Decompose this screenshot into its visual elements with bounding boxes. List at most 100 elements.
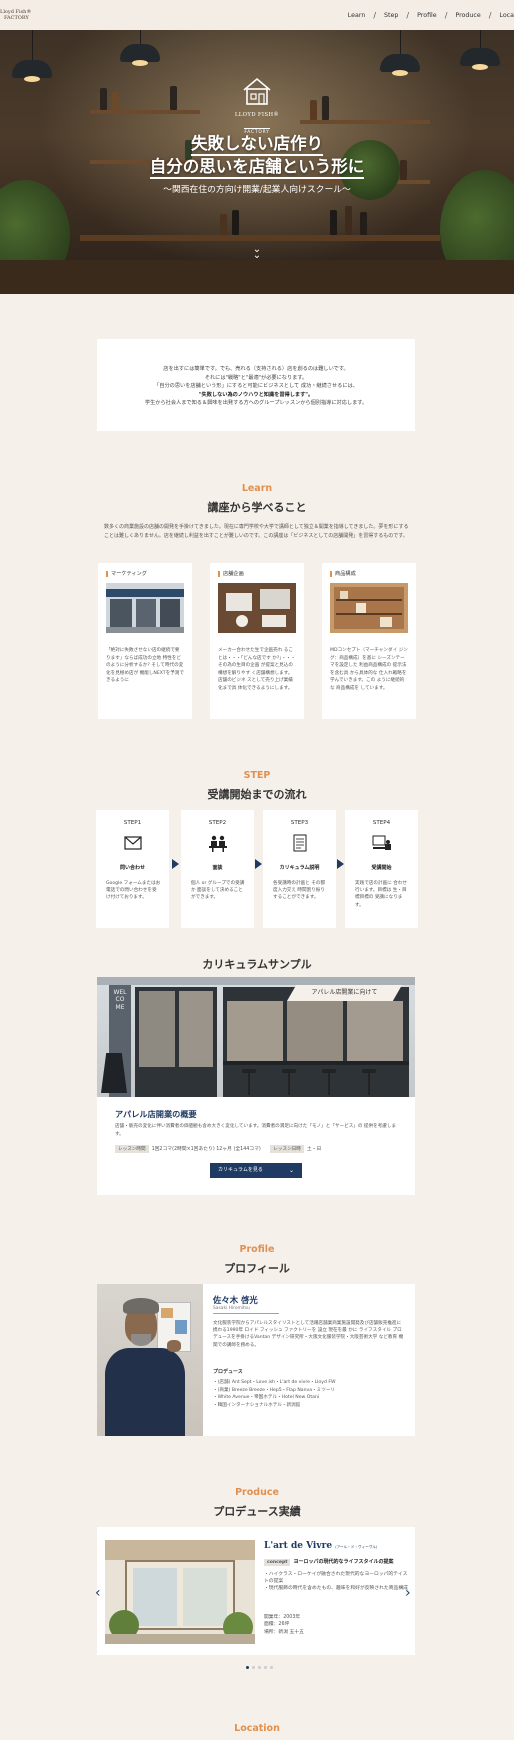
step-number: STEP1 bbox=[123, 820, 142, 826]
desk-photo bbox=[218, 583, 296, 633]
slider-next-icon[interactable]: › bbox=[405, 1585, 411, 1601]
produce-slider: L'art de Vivre (アール・ド・ヴィーヴル) concept ヨーロッ… bbox=[95, 1527, 415, 1655]
curriculum-heading: カリキュラムサンプル bbox=[202, 958, 312, 971]
produce-heading: プロデュース実績 bbox=[213, 1505, 301, 1518]
curriculum-title: アパレル店開業の概要 bbox=[115, 1109, 197, 1119]
nav-learn[interactable]: Learn bbox=[348, 12, 366, 19]
produce-meta: 開業年：2003年 面積：26坪 場所：新潟 五十五 bbox=[264, 1614, 304, 1636]
intro-line: 店を出すには簡単です。でも、売れる（支持される）店を創るのは難しいです。 bbox=[163, 366, 349, 372]
header-logo[interactable]: Lloyd Fish® FACTORY bbox=[0, 9, 31, 21]
learn-card-title: 商品構成 bbox=[330, 571, 408, 577]
lesson-day-tag: レッスン日時 bbox=[270, 1145, 304, 1153]
step-arrow-icon bbox=[172, 859, 179, 869]
step-card-3: STEP3 カリキュラム説明 各受講時の計画と その都度入力交え 時間割り振りす… bbox=[263, 810, 336, 928]
intro-line: それには"戦略"と"最適"が必要になります。 bbox=[204, 374, 308, 381]
profile-photo bbox=[97, 1284, 203, 1436]
step-title: 問い合わせ bbox=[119, 865, 145, 871]
slider-pagination bbox=[246, 1666, 273, 1669]
lesson-time-tag: レッスン時間 bbox=[115, 1145, 149, 1153]
step-heading: 受講開始までの流れ bbox=[207, 788, 307, 801]
hero-logo-name: LLOYD FISH® bbox=[234, 112, 280, 118]
profile-bio: 文化服装学院からアパレルスタイリストとして活躍店舗業商業施設開発及び店舗販売推進… bbox=[213, 1321, 404, 1348]
storefront-sign: WELCOME bbox=[113, 989, 127, 1011]
step-arrow-icon bbox=[337, 859, 344, 869]
step-title: 面談 bbox=[212, 865, 223, 871]
step-desc: 実践で店の計画に 合わせ 行います。目標は 生・目標目標の 受講になります。 bbox=[355, 881, 407, 908]
step-desc: 各受講時の計画と その都度入力交え 時間割り振りすることができます。 bbox=[273, 881, 325, 901]
pendant-lamp bbox=[120, 44, 160, 66]
produce-concept: concept ヨーロッパの現代的なライフスタイルの提案 bbox=[264, 1558, 394, 1566]
slider-dot[interactable] bbox=[258, 1666, 261, 1669]
nav-produce[interactable]: Produce bbox=[455, 12, 480, 19]
view-curriculum-label: カリキュラムを見る bbox=[218, 1167, 263, 1173]
learn-card-desc: メーカー合わせた生で企画売れ ることは・・・「どんな店です か?」・・・その為の… bbox=[218, 648, 296, 691]
scroll-down-icon[interactable]: ⌄ ⌄ bbox=[247, 245, 267, 261]
nav-separator: / bbox=[373, 11, 377, 20]
learn-card-planning: 店舗企画 メーカー合わせた生で企画売れ ることは・・・「どんな店です か?」・・… bbox=[210, 563, 304, 719]
profile-card: 佐々木 啓光 Sasaki Hiromitsu 文化服装学院からアパレルスタイリ… bbox=[97, 1284, 415, 1436]
shop-shelves-photo bbox=[330, 583, 408, 633]
main-nav: Learn / Step / Profile / Produce / Loca bbox=[348, 11, 514, 20]
step-card-2: STEP2 面談 個人 or グループでの受講か 面談をして決めることができます… bbox=[181, 810, 254, 928]
intro-line: 学生から社会人まで知る＆興味を出発する方へのグループレッスンから個別指導に対応し… bbox=[144, 400, 368, 407]
curriculum-badge: アパレル店開業に向けて bbox=[287, 985, 402, 1001]
intro-line: "失敗しない為のノウハウと知識を習得します"。 bbox=[198, 391, 314, 398]
presentation-icon bbox=[372, 835, 391, 850]
hero-title-line1: 失敗しない店作り bbox=[0, 132, 514, 156]
envelope-icon bbox=[123, 836, 142, 850]
step-card-1: STEP1 問い合わせ Google フォームまたはお電話での問い合わせを受け付… bbox=[96, 810, 169, 928]
chevron-down-icon: ⌄ bbox=[288, 1167, 294, 1174]
produce-year: 開業年：2003年 bbox=[264, 1615, 301, 1620]
nav-location[interactable]: Loca bbox=[499, 12, 514, 19]
produce-desc: ・ハイクラス・ローケイが融合された現代的なヨーロッパ的テイストの提案 ・現代服飾… bbox=[264, 1572, 408, 1592]
view-curriculum-button[interactable]: カリキュラムを見る ⌄ bbox=[210, 1163, 302, 1178]
document-icon bbox=[293, 834, 306, 852]
step-arrow-icon bbox=[255, 859, 262, 869]
step-number: STEP4 bbox=[372, 820, 391, 826]
learn-card-marketing: マーケティング 「絶対に失敗させない店の継続で要ります」ならば成功の立地 特性を… bbox=[98, 563, 192, 719]
step-desc: Google フォームまたはお電話での問い合わせを受け付けております。 bbox=[106, 881, 161, 901]
nav-profile[interactable]: Profile bbox=[417, 12, 437, 19]
step-number: STEP3 bbox=[290, 820, 309, 826]
slider-dot[interactable] bbox=[264, 1666, 267, 1669]
learn-description: 数多くの商業施設の店舗の開発を手掛けてきました。現在に専門学校や大学で講師として… bbox=[104, 524, 409, 539]
profile-produce-heading: プロデュース bbox=[213, 1369, 243, 1375]
nav-step[interactable]: Step bbox=[384, 12, 398, 19]
intro-line: 「自分の思いを店舗という形」にすると可能にビジネスとして 成功・継続させるには、 bbox=[154, 383, 358, 390]
profile-heading: プロフィール bbox=[224, 1262, 290, 1275]
learn-heading: 講座から学べること bbox=[207, 501, 307, 514]
slider-dot[interactable] bbox=[246, 1666, 249, 1669]
profile-heading-en: Profile bbox=[239, 1244, 275, 1255]
list-item: ・韓国インターナショナルホテル・新潟館 bbox=[213, 1402, 301, 1408]
pendant-lamp bbox=[460, 48, 500, 70]
slider-dot[interactable] bbox=[252, 1666, 255, 1669]
nav-separator: / bbox=[406, 11, 410, 20]
nav-separator: / bbox=[488, 11, 492, 20]
list-item: ・(商業) Breeze Breeze・Hep5・Flap Nanva・ミツーリ bbox=[213, 1387, 336, 1393]
profile-roman-name: Sasaki Hiromitsu bbox=[213, 1306, 279, 1314]
nav-separator: / bbox=[444, 11, 448, 20]
curriculum-desc: 店舗・販売の変化に伴い消費者の価値観も含め大きく変化しています。消費者の満足に向… bbox=[115, 1124, 397, 1137]
step-desc: 個人 or グループでの受講か 面談をして決めることができます。 bbox=[191, 881, 245, 901]
profile-produce-list: ・(店舗) Ant Sept・Love ish・L'art de vivre・L… bbox=[213, 1379, 409, 1409]
learn-card-desc: 「絶対に失敗させない店の継続で要ります」ならば成功の立地 特性をどのように分析す… bbox=[106, 648, 184, 684]
produce-shop-title: L'art de Vivre (アール・ド・ヴィーヴル) bbox=[264, 1541, 378, 1551]
intro-box: 店を出すには簡単です。でも、売れる（支持される）店を創るのは難しいです。 それに… bbox=[97, 339, 415, 431]
learn-card-title: 店舗企画 bbox=[218, 571, 296, 577]
storefront-photo bbox=[106, 583, 184, 633]
hero-subtitle: 〜関西在住の方向け開業/起業人向けスクール〜 bbox=[163, 185, 351, 195]
list-item: ・White Avenue・帝国ホテル・Hotel New Otani bbox=[213, 1395, 320, 1401]
produce-area: 面積：26坪 bbox=[264, 1622, 290, 1628]
learn-card-merchandise: 商品構成 MDコンセプト（マーチャンダイ ジング：商品構成）を基に シーズンテー… bbox=[322, 563, 416, 719]
lesson-day-value: 土・日 bbox=[306, 1147, 322, 1152]
learn-card-desc: MDコンセプト（マーチャンダイ ジング：商品構成）を基に シーズンテーマを設定し… bbox=[330, 648, 408, 691]
house-logo-icon bbox=[243, 77, 271, 105]
lesson-time-value: 1回2コマ(2時間×1回あたり) 12ヶ月 (全144コマ) bbox=[151, 1147, 261, 1152]
slider-prev-icon[interactable]: ‹ bbox=[95, 1585, 101, 1601]
learn-heading-en: Learn bbox=[241, 483, 273, 494]
shop-front-photo bbox=[105, 1540, 255, 1644]
slider-dot[interactable] bbox=[270, 1666, 273, 1669]
learn-card-title: マーケティング bbox=[106, 571, 184, 577]
hero-logo: LLOYD FISH® FACTORY bbox=[232, 76, 282, 137]
step-card-4: STEP4 受講開始 実践で店の計画に 合わせ 行います。目標は 生・目標目標の… bbox=[345, 810, 418, 928]
